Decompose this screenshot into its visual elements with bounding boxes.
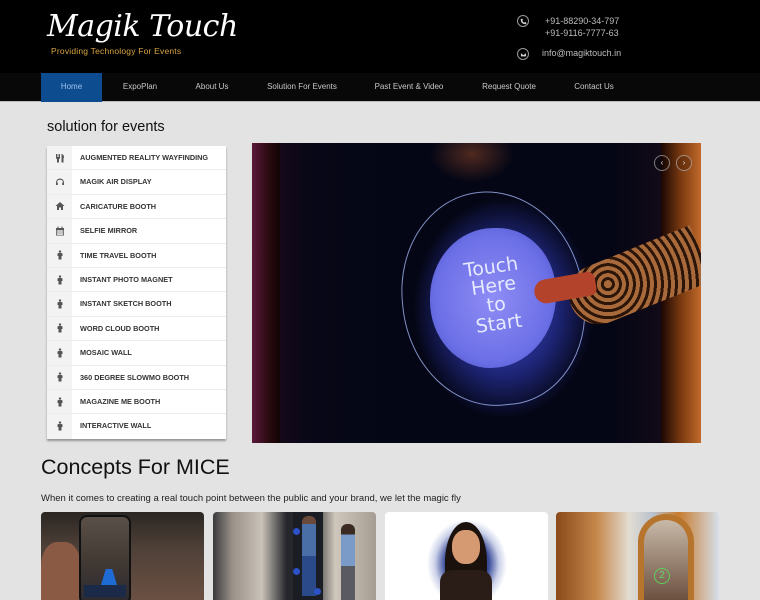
nav-about-us[interactable]: About Us [180,73,244,102]
cutlery-icon [47,146,72,170]
person-icon [47,292,72,316]
phone-image [79,515,131,600]
main-nav: Home ExpoPlan About Us Solution For Even… [0,73,760,102]
solution-label: AUGMENTED REALITY WAYFINDING [80,153,209,162]
hologram-figure [302,516,316,596]
phone-number-2[interactable]: +91-9116-7777-63 [545,28,619,38]
logo-tagline: Providing Technology For Events [51,46,182,56]
solution-item-caricature-booth[interactable]: CARICATURE BOOTH [47,194,226,220]
sidebar-title: solution for events [47,119,165,135]
solution-item-mosaic-wall[interactable]: MOSAIC WALL [47,341,226,366]
concept-card-ar-wayfinding[interactable] [41,512,204,600]
solution-item-word-cloud-booth[interactable]: WORD CLOUD BOOTH [47,316,226,342]
concept-card-air-display[interactable] [213,512,376,600]
solution-label: SELFIE MIRROR [80,226,138,236]
solution-label: INSTANT PHOTO MAGNET [80,274,173,284]
solution-item-interactive-wall[interactable]: INTERACTIVE WALL [47,414,226,439]
slider-next-button[interactable]: › [676,155,692,171]
phone-icon [517,15,529,27]
caricature-face [452,530,480,564]
person-icon [47,243,72,267]
concept-card-caricature[interactable] [385,512,548,600]
phone-number-1[interactable]: +91-88290-34-797 [545,16,619,26]
person-icon [47,267,72,292]
hotspot-dot [293,528,300,535]
logo-text: Magik Touch [47,9,238,44]
logo[interactable]: Magik Touch Providing Technology For Eve… [47,9,238,57]
solution-label: CARICATURE BOOTH [80,201,157,211]
nav-request-quote[interactable]: Request Quote [474,73,544,102]
nav-expoplan[interactable]: ExpoPlan [106,73,174,102]
concepts-subtitle: When it comes to creating a real touch p… [41,493,461,504]
headphones-icon [47,170,72,194]
person-icon [47,341,72,365]
caricature-body [440,570,492,600]
countdown-badge: 2 [654,568,670,584]
top-header: Magik Touch Providing Technology For Eve… [0,0,760,73]
hotspot-dot [314,588,321,595]
phone-info-panel [84,585,126,597]
solution-label: MOSAIC WALL [80,348,132,358]
home-icon [47,194,72,219]
solution-item-selfie-mirror[interactable]: SELFIE MIRROR [47,219,226,244]
person-icon [47,414,72,439]
mirror-image [638,514,694,600]
solution-item-magazine-me-booth[interactable]: MAGAZINE ME BOOTH [47,389,226,415]
solution-item-360-slowmo-booth[interactable]: 360 DEGREE SLOWMO BOOTH [47,365,226,390]
mirror-frame-left [252,143,280,443]
concept-card-selfie-mirror[interactable]: 2 [556,512,719,600]
solution-item-instant-sketch-booth[interactable]: INSTANT SKETCH BOOTH [47,292,226,317]
nav-home[interactable]: Home [41,73,102,102]
solution-label: WORD CLOUD BOOTH [80,323,160,333]
solution-item-instant-photo-magnet[interactable]: INSTANT PHOTO MAGNET [47,267,226,293]
solution-item-ar-wayfinding[interactable]: AUGMENTED REALITY WAYFINDING [47,146,226,171]
solution-label: INTERACTIVE WALL [80,421,152,431]
person-icon [47,316,72,341]
concepts-title: Concepts For MICE [41,455,230,479]
viewer-figure [341,524,355,600]
nav-solution-for-events[interactable]: Solution For Events [256,73,348,102]
nav-contact-us[interactable]: Contact Us [565,73,623,102]
email-link[interactable]: info@magiktouch.in [542,48,621,58]
person-icon [47,365,72,389]
solutions-list: AUGMENTED REALITY WAYFINDING MAGIK AIR D… [47,146,226,439]
solution-label: MAGAZINE ME BOOTH [80,396,161,406]
hotspot-dot [293,568,300,575]
slider-prev-button[interactable]: ‹ [654,155,670,171]
envelope-icon [517,48,529,60]
person-icon [47,389,72,414]
hero-slider[interactable]: Touch Here to Start ‹ › [252,143,701,443]
solution-label: MAGIK AIR DISPLAY [80,177,152,187]
solution-label: INSTANT SKETCH BOOTH [80,299,172,309]
route-arrow [101,569,117,585]
solution-item-time-travel-booth[interactable]: TIME TRAVEL BOOTH [47,243,226,268]
solution-label: TIME TRAVEL BOOTH [80,250,157,260]
nav-past-event-video[interactable]: Past Event & Video [364,73,454,102]
solution-label: 360 DEGREE SLOWMO BOOTH [80,372,190,382]
calendar-icon [47,219,72,243]
solution-item-magik-air-display[interactable]: MAGIK AIR DISPLAY [47,170,226,195]
hand-image [41,542,81,600]
